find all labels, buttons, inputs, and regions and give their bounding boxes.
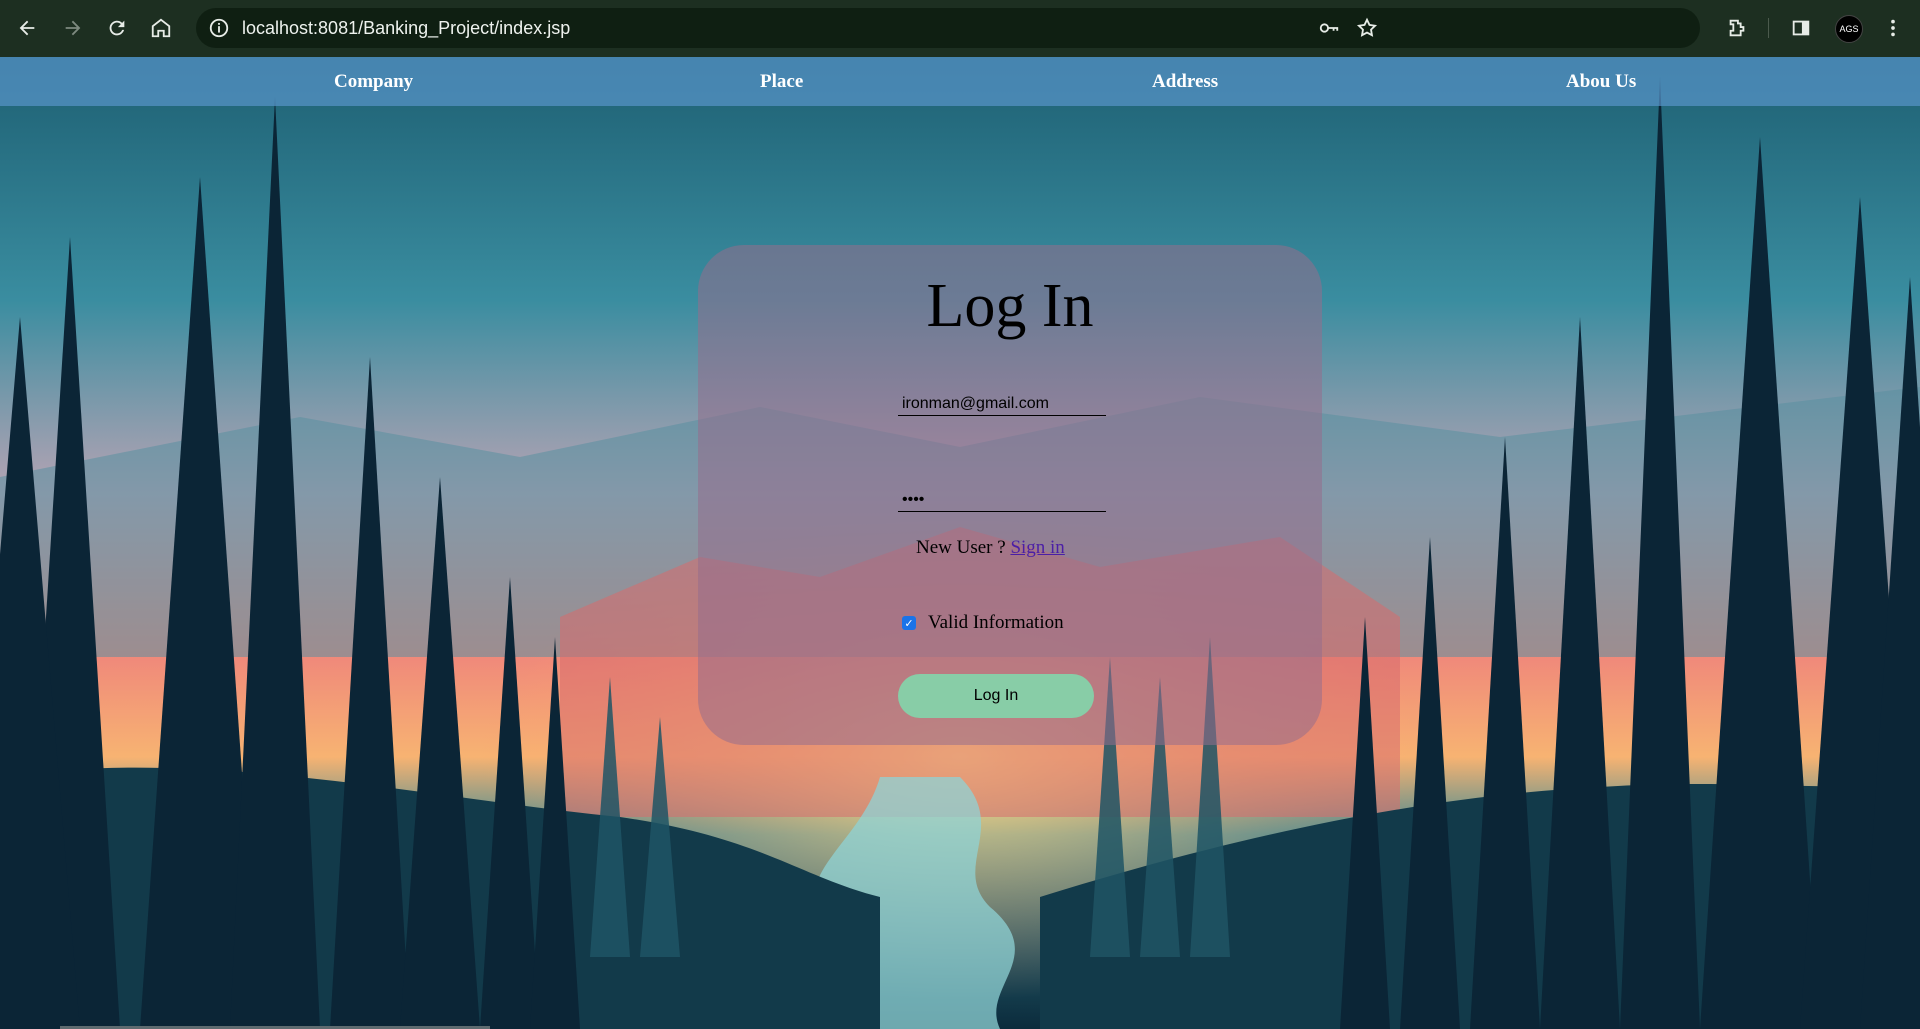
side-panel-icon[interactable] <box>1786 13 1816 43</box>
forward-arrow-icon[interactable] <box>58 13 88 43</box>
login-button[interactable]: Log In <box>898 674 1094 718</box>
nav-link-about-us[interactable]: Abou Us <box>1566 71 1636 93</box>
home-icon[interactable] <box>146 13 176 43</box>
star-icon[interactable] <box>1356 17 1378 39</box>
key-icon[interactable] <box>1318 17 1340 39</box>
email-field[interactable] <box>898 392 1106 416</box>
login-title: Log In <box>926 272 1094 340</box>
nav-link-company[interactable]: Company <box>334 71 413 93</box>
browser-toolbar: localhost:8081/Banking_Project/index.jsp… <box>0 0 1920 57</box>
profile-avatar[interactable]: AGS <box>1835 15 1863 43</box>
back-arrow-icon[interactable] <box>12 13 42 43</box>
site-nav-bar: Company Place Address Abou Us <box>0 57 1920 106</box>
extensions-icon[interactable] <box>1722 13 1752 43</box>
url-text[interactable]: localhost:8081/Banking_Project/index.jsp <box>242 18 570 39</box>
new-user-prompt: New User ? Sign in <box>916 537 1065 559</box>
valid-info-row: ✓ Valid Information <box>902 612 1064 634</box>
valid-info-label: Valid Information <box>928 612 1064 633</box>
nav-link-place[interactable]: Place <box>760 71 803 93</box>
nav-link-address[interactable]: Address <box>1152 71 1218 93</box>
valid-info-checkbox[interactable]: ✓ <box>902 616 916 630</box>
toolbar-divider <box>1768 18 1769 38</box>
reload-icon[interactable] <box>102 13 132 43</box>
site-info-icon[interactable] <box>208 17 230 39</box>
password-field[interactable] <box>898 488 1106 512</box>
address-bar[interactable]: localhost:8081/Banking_Project/index.jsp <box>196 8 1700 48</box>
more-icon[interactable] <box>1878 13 1908 43</box>
sign-in-link[interactable]: Sign in <box>1010 537 1064 558</box>
new-user-text: New User ? <box>916 537 1006 558</box>
login-card: Log In New User ? Sign in ✓ Valid Inform… <box>698 245 1322 745</box>
